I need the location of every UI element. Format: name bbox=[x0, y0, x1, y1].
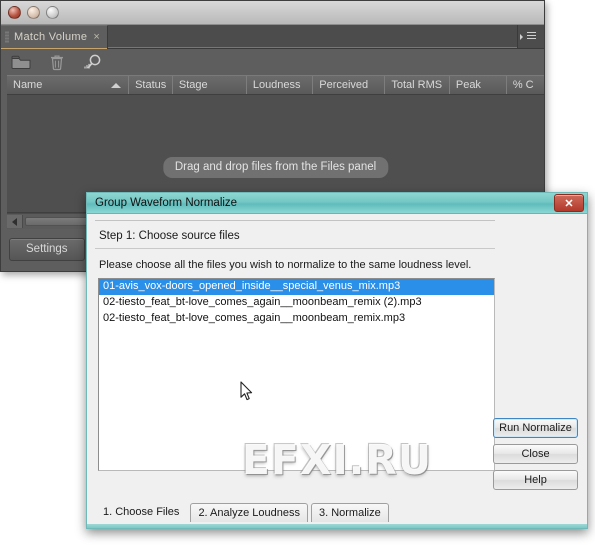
column-header-c[interactable]: % C bbox=[505, 76, 544, 94]
column-header-label: Peak bbox=[455, 79, 481, 91]
window-zoom-button[interactable] bbox=[46, 6, 59, 19]
help-button[interactable]: Help bbox=[493, 470, 578, 490]
column-header-name[interactable]: Name bbox=[7, 76, 128, 94]
window-titlebar[interactable] bbox=[1, 1, 544, 25]
scan-loudness-icon[interactable] bbox=[83, 53, 103, 71]
tab-bar-filler bbox=[107, 25, 517, 48]
dialog-bottom-accent bbox=[87, 524, 587, 528]
group-waveform-normalize-dialog: Group Waveform Normalize ✕ Step 1: Choos… bbox=[86, 192, 588, 529]
column-header-stage[interactable]: Stage bbox=[171, 76, 246, 94]
drag-drop-hint: Drag and drop files from the Files panel bbox=[162, 157, 389, 178]
list-item[interactable]: 02-tiesto_feat_bt-love_comes_again__moon… bbox=[99, 311, 494, 327]
close-icon[interactable]: × bbox=[93, 31, 99, 43]
column-header-label: Status bbox=[135, 79, 167, 91]
trash-icon[interactable] bbox=[47, 53, 67, 71]
tab-2-analyze-loudness[interactable]: 2. Analyze Loudness bbox=[190, 503, 308, 522]
dialog-titlebar[interactable]: Group Waveform Normalize ✕ bbox=[87, 193, 587, 214]
table-column-headers[interactable]: Name Status Stage Loudness Perceived Total RM… bbox=[7, 75, 544, 95]
column-header-total-rms[interactable]: Total RMS bbox=[384, 76, 449, 94]
panel-toolbar bbox=[1, 49, 544, 75]
column-header-perceived[interactable]: Perceived bbox=[312, 76, 384, 94]
dialog-title: Group Waveform Normalize bbox=[95, 197, 238, 209]
column-header-label: Loudness bbox=[252, 79, 301, 91]
panel-menu-button[interactable] bbox=[517, 25, 544, 48]
dialog-content-pane: Step 1: Choose source files Please choos… bbox=[95, 220, 495, 471]
column-header-label: Perceived bbox=[319, 79, 369, 91]
run-normalize-button[interactable]: Run Normalize bbox=[493, 418, 578, 438]
settings-button[interactable]: Settings bbox=[9, 237, 85, 261]
step-label: Step 1: Choose source files bbox=[99, 230, 240, 242]
column-header-status[interactable]: Status bbox=[128, 76, 172, 94]
instruction-text: Please choose all the files you wish to … bbox=[99, 259, 472, 271]
column-header-label: Stage bbox=[178, 79, 208, 91]
panel-tab-bar: Match Volume × bbox=[1, 25, 544, 49]
divider-top bbox=[95, 220, 495, 221]
dialog-close-button[interactable]: ✕ bbox=[554, 194, 584, 212]
dialog-step-tabs: 1. Choose Files 2. Analyze Loudness 3. Nor… bbox=[95, 502, 389, 522]
panel-menu-icon bbox=[519, 32, 536, 41]
column-header-label: Name bbox=[13, 79, 43, 91]
tab-1-choose-files[interactable]: 1. Choose Files bbox=[95, 502, 188, 522]
tab-3-normalize[interactable]: 3. Normalize bbox=[310, 503, 389, 522]
column-header-loudness[interactable]: Loudness bbox=[245, 76, 312, 94]
window-close-button[interactable] bbox=[8, 6, 21, 19]
tab-match-volume[interactable]: Match Volume × bbox=[1, 25, 108, 49]
column-header-peak[interactable]: Peak bbox=[448, 76, 506, 94]
list-item[interactable]: 02-tiesto_feat_bt-love_comes_again__moon… bbox=[99, 295, 494, 311]
folder-icon[interactable] bbox=[11, 53, 31, 71]
column-header-label: Total RMS bbox=[391, 79, 443, 91]
dialog-body: Step 1: Choose source files Please choos… bbox=[87, 214, 587, 528]
list-item[interactable]: 01-avis_vox-doors_opened_inside__special… bbox=[99, 279, 494, 295]
divider-under-step bbox=[95, 248, 495, 249]
tab-label: Match Volume bbox=[14, 31, 88, 43]
scroll-left-arrow-icon[interactable] bbox=[7, 215, 23, 228]
column-header-label: % C bbox=[512, 79, 534, 91]
close-button[interactable]: Close bbox=[493, 444, 578, 464]
source-file-list[interactable]: 01-avis_vox-doors_opened_inside__special… bbox=[98, 278, 495, 471]
window-minimize-button[interactable] bbox=[27, 6, 40, 19]
sort-ascending-icon[interactable] bbox=[111, 82, 122, 88]
drag-grip-icon[interactable] bbox=[5, 31, 9, 43]
dialog-button-column: Run Normalize Close Help bbox=[493, 418, 578, 490]
